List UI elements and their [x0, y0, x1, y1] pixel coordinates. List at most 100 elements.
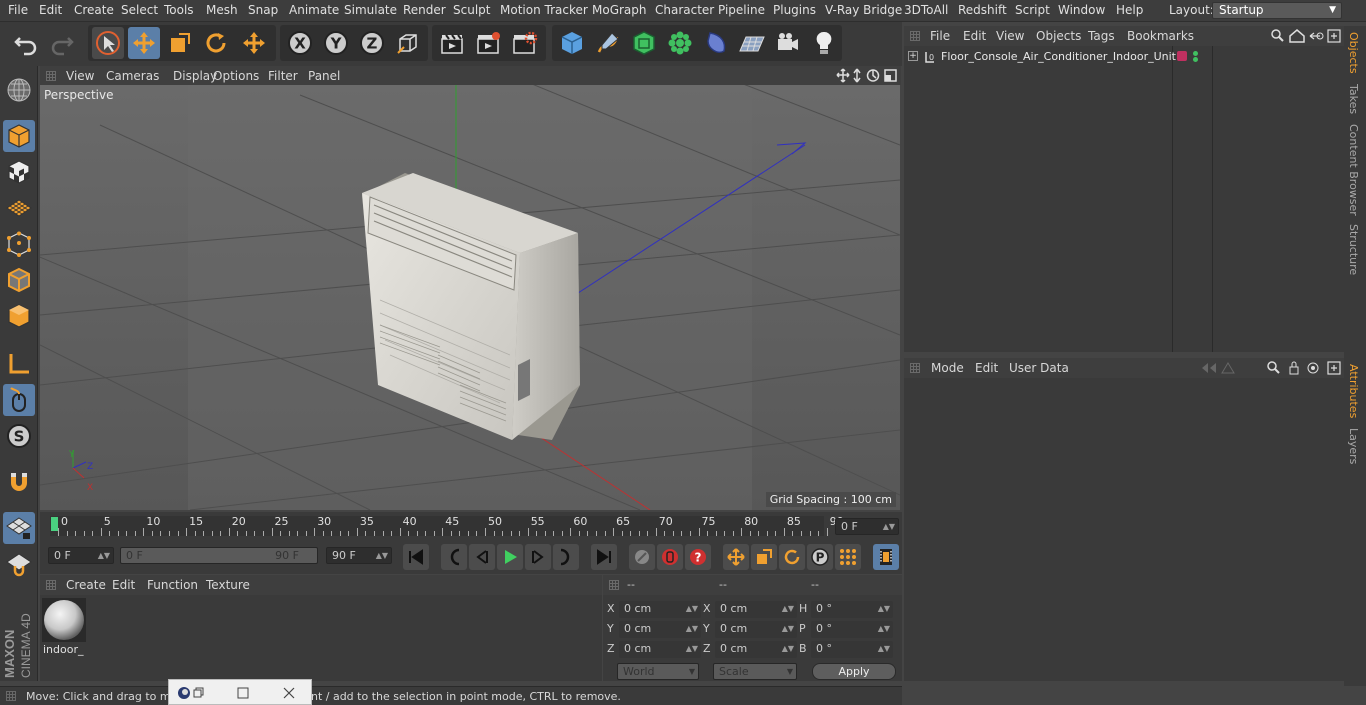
menu-motion-tracker[interactable]: Motion Tracker — [500, 3, 588, 17]
menu-mesh[interactable]: Mesh — [206, 3, 238, 17]
maximize-icon[interactable] — [237, 687, 249, 699]
polygons-mode-button[interactable] — [3, 300, 35, 332]
world-select[interactable]: World ▼ — [617, 663, 699, 680]
cube-object-button[interactable] — [556, 27, 588, 59]
coord-value-field[interactable]: 0 cm ▲▼ — [619, 601, 701, 618]
menu-mograph[interactable]: MoGraph — [592, 3, 647, 17]
restore-icon[interactable] — [193, 687, 205, 699]
viewport-menu-display[interactable]: Display — [173, 69, 217, 83]
undo-button[interactable] — [10, 27, 42, 59]
current-frame-field[interactable]: 0 F ▲▼ — [835, 518, 899, 535]
coord-value-field[interactable]: 0 ° ▲▼ — [811, 601, 893, 618]
coord-value-field[interactable]: 0 cm ▲▼ — [715, 621, 797, 638]
expand-plus-icon[interactable]: + — [908, 51, 918, 61]
snap-button[interactable] — [3, 466, 35, 498]
record-disabled-button[interactable] — [629, 544, 655, 570]
attribute-menu-user-data[interactable]: User Data — [1009, 361, 1069, 375]
object-menu-bookmarks[interactable]: Bookmarks — [1127, 29, 1194, 43]
menu-simulate[interactable]: Simulate — [344, 3, 397, 17]
tab-layers[interactable]: Layers — [1347, 428, 1360, 464]
menu-edit[interactable]: Edit — [39, 3, 62, 17]
key-rotation-button[interactable] — [779, 544, 805, 570]
attribute-menu-mode[interactable]: Mode — [931, 361, 964, 375]
go-to-end-button[interactable] — [591, 544, 617, 570]
object-menu-view[interactable]: View — [996, 29, 1024, 43]
workplane-mode-button[interactable] — [3, 192, 35, 224]
mograph-cloner-button[interactable] — [664, 27, 696, 59]
perspective-viewport[interactable]: Y Z X Perspective Grid Spacing : 100 cm — [40, 85, 900, 510]
x-axis-button[interactable]: X — [284, 27, 316, 59]
object-menu-file[interactable]: File — [930, 29, 950, 43]
menu-create[interactable]: Create — [74, 3, 114, 17]
menu-redshift[interactable]: Redshift — [958, 3, 1007, 17]
subdivision-button[interactable] — [628, 27, 660, 59]
render-settings-button[interactable] — [508, 27, 540, 59]
axis-mode-button[interactable] — [3, 348, 35, 380]
visibility-editor-dot[interactable] — [1193, 51, 1198, 56]
coord-value-field[interactable]: 0 cm ▲▼ — [619, 621, 701, 638]
make-editable-button[interactable] — [3, 74, 35, 106]
deformer-button[interactable] — [700, 27, 732, 59]
object-menu-objects[interactable]: Objects — [1036, 29, 1081, 43]
model-mode-button[interactable] — [3, 120, 35, 152]
autokey-button[interactable]: ? — [685, 544, 711, 570]
edges-mode-button[interactable] — [3, 264, 35, 296]
timeline-window-button[interactable] — [873, 544, 899, 570]
solo-button[interactable]: S — [3, 420, 35, 452]
coord-value-field[interactable]: 0 ° ▲▼ — [811, 621, 893, 638]
texture-mode-button[interactable] — [3, 156, 35, 188]
previous-frame-button[interactable] — [469, 544, 495, 570]
render-view-button[interactable] — [436, 27, 468, 59]
tab-takes[interactable]: Takes — [1347, 84, 1360, 114]
material-menu-function[interactable]: Function — [147, 578, 198, 592]
quantize-button[interactable] — [3, 548, 35, 580]
light-button[interactable] — [808, 27, 840, 59]
next-frame-button[interactable] — [525, 544, 551, 570]
camera-button[interactable] — [772, 27, 804, 59]
min-time-field[interactable]: 0 F ▲▼ — [48, 547, 114, 564]
material-menu-edit[interactable]: Edit — [112, 578, 135, 592]
tab-objects[interactable]: Objects — [1347, 32, 1360, 74]
coordinate-system-button[interactable] — [392, 27, 424, 59]
menu-help[interactable]: Help — [1116, 3, 1143, 17]
viewport-menu-view[interactable]: View — [66, 69, 94, 83]
object-menu-edit[interactable]: Edit — [963, 29, 986, 43]
viewport-menu-cameras[interactable]: Cameras — [106, 69, 159, 83]
material-swatch[interactable]: indoor_ — [42, 598, 86, 658]
menu-window[interactable]: Window — [1058, 3, 1105, 17]
floor-environment-button[interactable] — [736, 27, 768, 59]
menu-3dtoall[interactable]: 3DToAll — [904, 3, 948, 17]
workplane-lock-button[interactable] — [3, 512, 35, 544]
key-pla-button[interactable] — [835, 544, 861, 570]
menu-render[interactable]: Render — [403, 3, 446, 17]
render-picture-viewer-button[interactable] — [472, 27, 504, 59]
layer-tag-icon[interactable] — [1177, 51, 1187, 61]
range-slider[interactable]: 0 F 90 F — [120, 547, 318, 564]
menu-sculpt[interactable]: Sculpt — [453, 3, 490, 17]
attribute-menu-edit[interactable]: Edit — [975, 361, 998, 375]
material-menu-texture[interactable]: Texture — [206, 578, 250, 592]
attribute-manager-tools[interactable] — [1200, 361, 1342, 375]
layout-select[interactable]: Startup ▼ — [1212, 2, 1342, 19]
coord-value-field[interactable]: 0 cm ▲▼ — [715, 641, 797, 658]
redo-button[interactable] — [46, 27, 78, 59]
points-mode-button[interactable] — [3, 228, 35, 260]
menu-plugins[interactable]: Plugins — [773, 3, 816, 17]
viewport-menu-filter[interactable]: Filter — [268, 69, 298, 83]
viewport-menu-panel[interactable]: Panel — [308, 69, 340, 83]
key-position-button[interactable] — [723, 544, 749, 570]
menu-select[interactable]: Select — [121, 3, 158, 17]
scale-tool-button[interactable] — [164, 27, 196, 59]
object-row[interactable]: + 0 Floor_Console_Air_Conditioner_Indoor… — [904, 50, 1344, 68]
object-menu-tags[interactable]: Tags — [1088, 29, 1115, 43]
viewport-menu-options[interactable]: Options — [213, 69, 259, 83]
menu-vray-bridge[interactable]: V-Ray Bridge — [825, 3, 902, 17]
coord-value-field[interactable]: 0 ° ▲▼ — [811, 641, 893, 658]
close-icon[interactable] — [283, 687, 295, 699]
menu-character[interactable]: Character — [655, 3, 714, 17]
menu-tools[interactable]: Tools — [164, 3, 194, 17]
tab-content-browser[interactable]: Content Browser — [1347, 124, 1360, 216]
z-axis-button[interactable]: Z — [356, 27, 388, 59]
pen-spline-button[interactable] — [592, 27, 624, 59]
key-scale-button[interactable] — [751, 544, 777, 570]
